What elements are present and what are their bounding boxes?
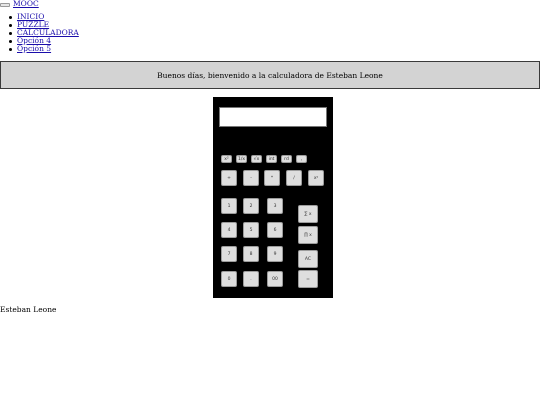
menu-toggle-button[interactable]	[0, 3, 10, 7]
all-clear-button[interactable]: AC	[298, 250, 318, 268]
multiply-button[interactable]: *	[264, 170, 280, 186]
reciprocal-button[interactable]: 1/x	[236, 155, 247, 163]
subtract-button[interactable]: -	[243, 170, 259, 186]
top-bar: MOOC	[0, 0, 540, 10]
product-button[interactable]: ∏ x	[298, 226, 318, 244]
digit-4-button[interactable]: 4	[221, 222, 237, 238]
footer-author: Esteban Leone	[0, 305, 57, 314]
brand-link[interactable]: MOOC	[13, 0, 39, 8]
round-button[interactable]: rd	[281, 155, 292, 163]
nav-item-opcion-5: Opción 5	[8, 45, 79, 53]
digit-5-button[interactable]: 5	[243, 222, 259, 238]
welcome-text: Buenos días, bienvenido a la calculadora…	[157, 70, 383, 80]
comma-button[interactable]: ,	[296, 155, 307, 163]
sum-button[interactable]: ∑ x	[298, 205, 318, 223]
digit-1-button[interactable]: 1	[221, 198, 237, 214]
digit-2-button[interactable]: 2	[243, 198, 259, 214]
equals-button[interactable]: =	[298, 270, 318, 288]
calculator: x² 1/x √x int rd , + - * / xʸ 1 2 3 4 5 …	[213, 97, 333, 298]
sqrt-button[interactable]: √x	[251, 155, 262, 163]
square-button[interactable]: x²	[221, 155, 232, 163]
decimal-point-button[interactable]: .	[243, 271, 259, 287]
divide-button[interactable]: /	[286, 170, 302, 186]
nav-link-opcion-5[interactable]: Opción 5	[17, 44, 51, 53]
main-nav: INICIO PUZZLE CALCULADORA Opción 4 Opció…	[8, 13, 79, 53]
digit-9-button[interactable]: 9	[267, 246, 283, 262]
digit-3-button[interactable]: 3	[267, 198, 283, 214]
digit-8-button[interactable]: 8	[243, 246, 259, 262]
power-button[interactable]: xʸ	[308, 170, 324, 186]
int-button[interactable]: int	[266, 155, 277, 163]
calculator-display[interactable]	[219, 107, 327, 127]
digit-0-button[interactable]: 0	[221, 271, 237, 287]
digit-7-button[interactable]: 7	[221, 246, 237, 262]
digit-6-button[interactable]: 6	[267, 222, 283, 238]
add-button[interactable]: +	[221, 170, 237, 186]
welcome-banner: Buenos días, bienvenido a la calculadora…	[0, 61, 540, 89]
double-zero-button[interactable]: 00	[267, 271, 283, 287]
